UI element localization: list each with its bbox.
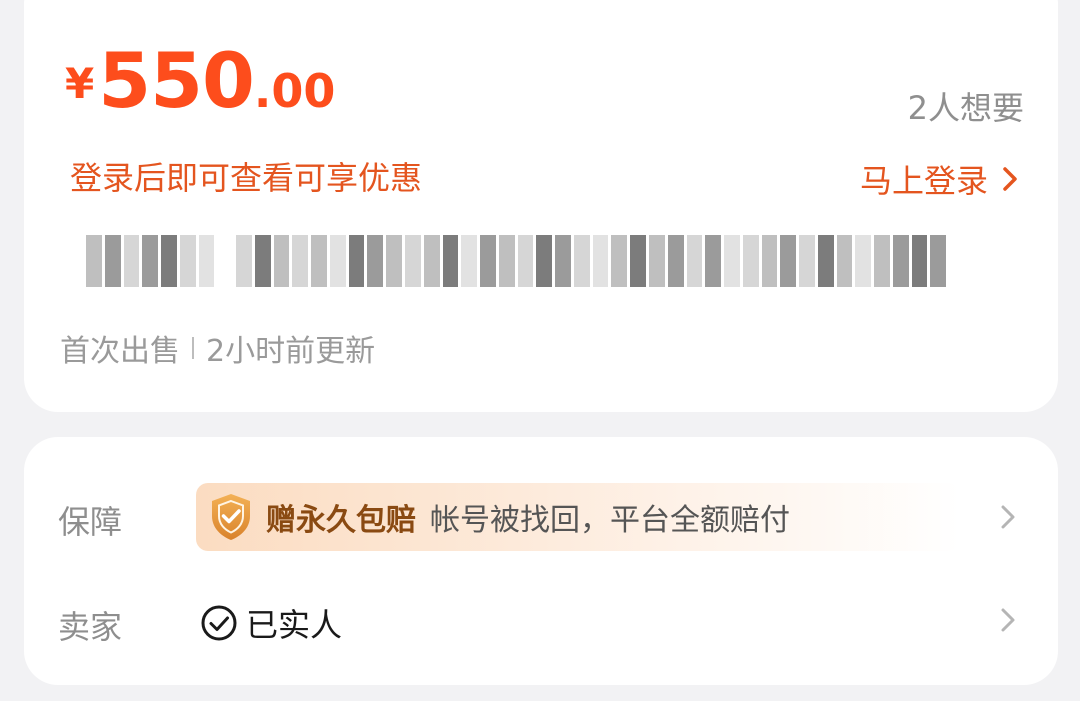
meta-divider (192, 337, 194, 359)
want-count: 2人想要 (907, 89, 1024, 127)
seller-verified-text: 已实人 (246, 606, 343, 644)
first-sale-label: 首次出售 (60, 334, 180, 369)
price-currency: ¥ (65, 59, 95, 108)
guarantee-banner[interactable]: 赠永久包赔 帐号被找回，平台全额赔付 (196, 483, 960, 551)
check-circle-icon (201, 605, 237, 641)
promo-text: 登录后即可查看可享优惠 (70, 159, 423, 197)
guarantee-title: 赠永久包赔 (266, 503, 416, 538)
login-link[interactable]: 马上登录 (860, 156, 1018, 202)
price: ¥550.00 (65, 43, 335, 119)
listing-summary-card: ¥550.00 2人想要 登录后即可查看可享优惠 马上登录 首次出售 2小时前更… (24, 0, 1058, 412)
seller-label: 卖家 (58, 608, 123, 646)
blurred-title (86, 235, 947, 287)
chevron-right-icon[interactable] (1000, 504, 1016, 530)
shield-check-icon (212, 494, 250, 540)
updated-time: 2小时前更新 (206, 334, 376, 369)
login-link-label: 马上登录 (859, 162, 988, 200)
chevron-right-icon[interactable] (1000, 607, 1016, 633)
price-integer: 550 (98, 36, 255, 125)
guarantee-description: 帐号被找回，平台全额赔付 (430, 503, 790, 538)
guarantee-label: 保障 (58, 503, 123, 541)
chevron-right-icon (1003, 167, 1017, 191)
price-decimal: .00 (253, 64, 336, 118)
listing-meta: 首次出售 2小时前更新 (60, 326, 375, 370)
seller-row[interactable] (24, 577, 1058, 667)
service-info-card: 保障 赠永久包赔 帐号被找回，平台全额赔付 卖家 已实人 (24, 437, 1058, 685)
seller-verified: 已实人 (200, 600, 342, 646)
